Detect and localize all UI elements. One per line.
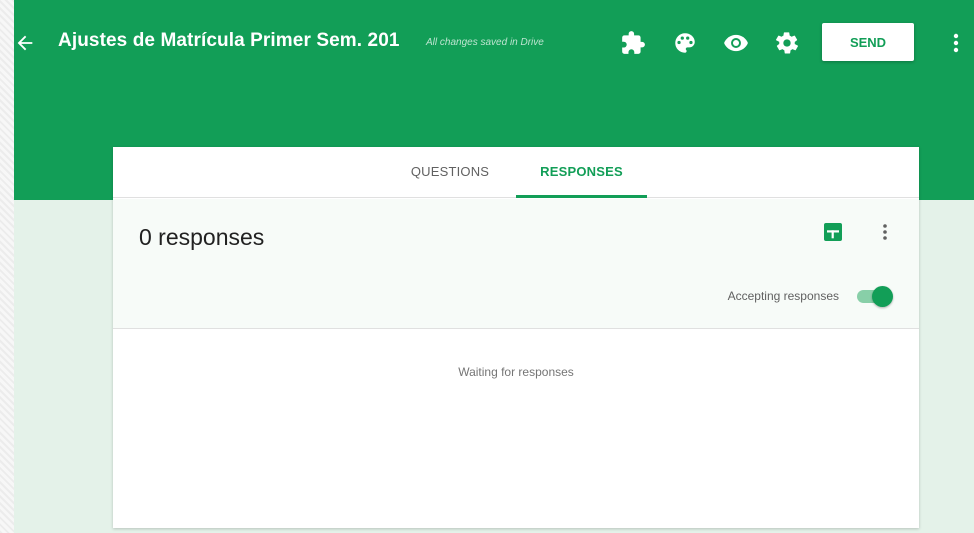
tab-bar: QUESTIONS RESPONSES [113,147,919,198]
save-status: All changes saved in Drive [426,37,544,48]
form-title[interactable]: Ajustes de Matrícula Primer Sem. 201 [58,30,400,52]
more-vert-icon[interactable] [879,222,891,242]
addon-puzzle-icon[interactable] [620,30,646,56]
empty-state-message: Waiting for responses [458,365,574,379]
accepting-responses-label: Accepting responses [727,289,839,303]
top-toolbar: Ajustes de Matrícula Primer Sem. 201 All… [14,0,974,88]
back-arrow-icon[interactable] [14,28,38,56]
more-vert-icon[interactable] [950,30,962,56]
accepting-responses-toggle[interactable] [855,284,895,308]
settings-gear-icon[interactable] [774,30,800,56]
toggle-thumb [872,286,893,307]
send-button[interactable]: SEND [822,23,914,61]
tab-responses[interactable]: RESPONSES [516,147,647,198]
palette-icon[interactable] [672,30,698,56]
response-count: 0 responses [139,224,265,250]
left-edge-strip [0,0,14,533]
responses-card: QUESTIONS RESPONSES 0 responses Acceptin… [113,147,919,528]
active-tab-indicator [516,195,647,198]
responses-summary: 0 responses Accepting responses [113,199,919,329]
preview-eye-icon[interactable] [723,30,749,56]
sheets-icon[interactable] [823,222,843,242]
tab-questions[interactable]: QUESTIONS [387,147,513,198]
